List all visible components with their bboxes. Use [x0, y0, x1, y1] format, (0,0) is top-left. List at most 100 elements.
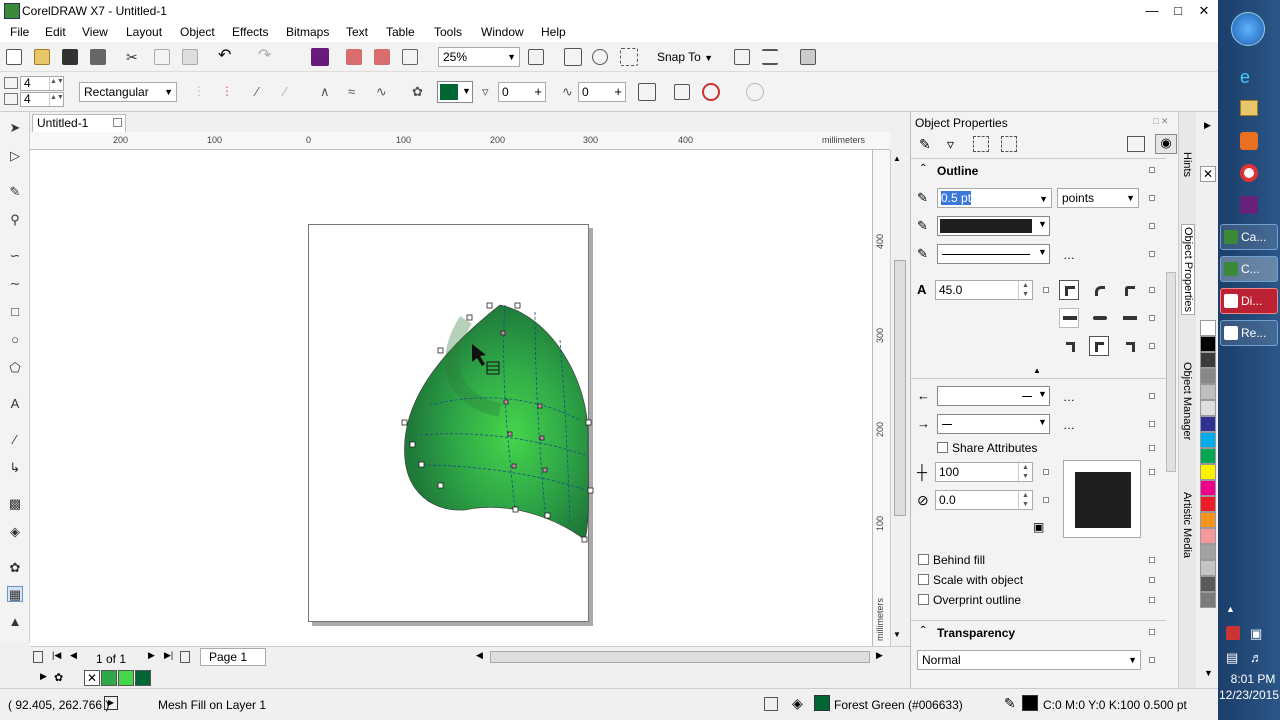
options-icon[interactable] [1149, 167, 1155, 173]
smooth-node-icon[interactable]: ≈ [348, 84, 364, 100]
internet-explorer-icon[interactable]: e [1240, 68, 1258, 86]
network-icon[interactable]: ▤ [1226, 650, 1238, 666]
text-tool-icon[interactable]: A [7, 396, 23, 412]
to-curve-icon[interactable]: ∕ [284, 84, 300, 100]
new-document-icon[interactable] [6, 49, 22, 65]
taskbar-item-acrobat[interactable]: Di... [1220, 288, 1278, 314]
mesh-fill-color-picker[interactable]: ▼ [437, 81, 473, 103]
chrome-icon[interactable] [1240, 164, 1258, 182]
save-icon[interactable] [62, 49, 78, 65]
mesh-fill-tool-icon[interactable]: ▦ [7, 586, 23, 602]
media-player-icon[interactable] [1240, 132, 1258, 150]
redo-icon[interactable]: ↷ [258, 48, 274, 65]
tab-hints[interactable]: Hints [1181, 152, 1193, 177]
selection-mode-select[interactable]: Rectangular ▼ [79, 82, 177, 102]
clock-date[interactable]: 12/23/2015 [1218, 688, 1280, 702]
color-eyedropper-tool-icon[interactable]: ✿ [7, 560, 23, 576]
page-tab[interactable]: Page 1 [200, 648, 266, 666]
add-node-icon[interactable]: ⋮ [193, 84, 209, 100]
overprint-outline-checkbox[interactable] [918, 594, 929, 605]
default-nib-icon[interactable]: ▣ [1033, 520, 1044, 534]
options-icon[interactable] [1149, 287, 1155, 293]
nib-preview[interactable] [1063, 460, 1141, 538]
menu-object[interactable]: Object [180, 25, 215, 39]
palette-swatch[interactable] [1200, 416, 1216, 432]
taskbar-item-recorder[interactable]: Re... [1220, 320, 1278, 346]
start-arrowhead-select[interactable]: ▼ [937, 386, 1050, 406]
palette-swatch[interactable] [1200, 320, 1216, 336]
color-proof-icon[interactable] [764, 697, 778, 711]
end-arrowhead-select[interactable]: ▼ [937, 414, 1050, 434]
eyedropper-icon[interactable]: ✿ [412, 84, 428, 100]
cut-icon[interactable]: ✂ [126, 49, 142, 65]
vertical-scrollbar[interactable]: ▲ ▼ [890, 150, 908, 646]
symmetrical-node-icon[interactable]: ∿ [376, 84, 392, 100]
options-icon[interactable] [1149, 557, 1155, 563]
options-icon[interactable] [1149, 577, 1155, 583]
next-page-icon[interactable]: ▶ [148, 650, 155, 661]
palette-swatch[interactable] [1200, 592, 1216, 608]
smart-fill-tool-icon[interactable]: ▲ [7, 614, 23, 630]
fill-tab-icon[interactable]: ▿ [947, 136, 954, 153]
options-icon[interactable] [1149, 421, 1155, 427]
maximize-button[interactable]: □ [1166, 2, 1190, 20]
shape-tool-icon[interactable]: ▷ [7, 148, 23, 164]
smooth-mesh-color-icon[interactable] [638, 83, 656, 101]
mesh-columns-input[interactable]: 4 ▲▼ [20, 92, 64, 107]
options-icon[interactable] [1149, 629, 1155, 635]
delete-node-icon[interactable]: ⋮ [221, 84, 237, 100]
position-inside-button[interactable] [1119, 336, 1139, 356]
options-icon[interactable] [1149, 393, 1155, 399]
palette-swatch[interactable] [1200, 352, 1216, 368]
options-icon[interactable] [1149, 251, 1155, 257]
add-page-before-icon[interactable] [33, 651, 43, 663]
scroll-up-icon[interactable]: ▲ [893, 154, 901, 163]
menu-help[interactable]: Help [541, 25, 566, 39]
share-attributes-checkbox[interactable] [937, 442, 948, 453]
paste-icon[interactable] [182, 49, 198, 65]
copy-icon[interactable] [154, 49, 170, 65]
first-page-icon[interactable]: |◀ [52, 650, 61, 661]
outline-color-swatch[interactable] [1022, 695, 1038, 711]
last-page-icon[interactable]: ▶| [164, 650, 173, 661]
zoom-tool-icon[interactable]: ⚲ [7, 212, 23, 228]
menu-view[interactable]: View [82, 25, 108, 39]
clear-mesh-icon[interactable] [702, 83, 720, 101]
transparency-tab-icon[interactable] [973, 136, 989, 152]
scroll-left-icon[interactable]: ◀ [476, 650, 483, 661]
options-icon[interactable] [1043, 469, 1049, 475]
align-guides-icon[interactable] [762, 49, 778, 65]
to-line-icon[interactable]: ∕ [256, 84, 272, 100]
corner-miter-button[interactable] [1059, 280, 1079, 300]
play-icon[interactable]: ▶ [104, 696, 118, 710]
menu-text[interactable]: Text [346, 25, 368, 39]
outline-tab-icon[interactable]: ✎ [919, 136, 931, 153]
options-icon[interactable] [1149, 195, 1155, 201]
cap-butt-button[interactable] [1059, 308, 1079, 328]
full-screen-icon[interactable] [564, 48, 582, 66]
corner-bevel-button[interactable] [1119, 280, 1139, 300]
rectangle-tool-icon[interactable]: □ [7, 304, 23, 320]
show-hidden-icons[interactable]: ▲ [1226, 604, 1235, 614]
menu-layout[interactable]: Layout [126, 25, 162, 39]
import-icon[interactable] [346, 49, 362, 65]
print-icon[interactable] [90, 49, 106, 65]
cap-square-button[interactable] [1119, 308, 1139, 328]
transparency-input[interactable]: 0 + [498, 82, 546, 102]
mesh-rows-input[interactable]: 4 ▲▼ [20, 76, 64, 91]
transparency-blend-mode-select[interactable]: Normal ▼ [917, 650, 1141, 670]
artistic-media-tool-icon[interactable]: ∼ [7, 276, 23, 292]
palette-swatch[interactable] [1200, 400, 1216, 416]
horizontal-scroll-thumb[interactable] [490, 651, 870, 663]
options-icon[interactable] [1149, 469, 1155, 475]
open-folder-icon[interactable] [34, 49, 50, 65]
undo-icon[interactable]: ↶ [218, 48, 234, 65]
minimize-button[interactable]: — [1140, 2, 1164, 20]
options-icon[interactable] [734, 49, 750, 65]
menu-bitmaps[interactable]: Bitmaps [286, 25, 329, 39]
menu-file[interactable]: File [10, 25, 29, 39]
outline-color-picker[interactable]: ▼ [937, 216, 1050, 236]
collapse-arrows-icon[interactable]: ▲ [1033, 366, 1041, 375]
horizontal-ruler[interactable]: 200 100 0 100 200 300 400 millimeters [30, 132, 890, 150]
document-color-swatch[interactable] [135, 670, 151, 686]
